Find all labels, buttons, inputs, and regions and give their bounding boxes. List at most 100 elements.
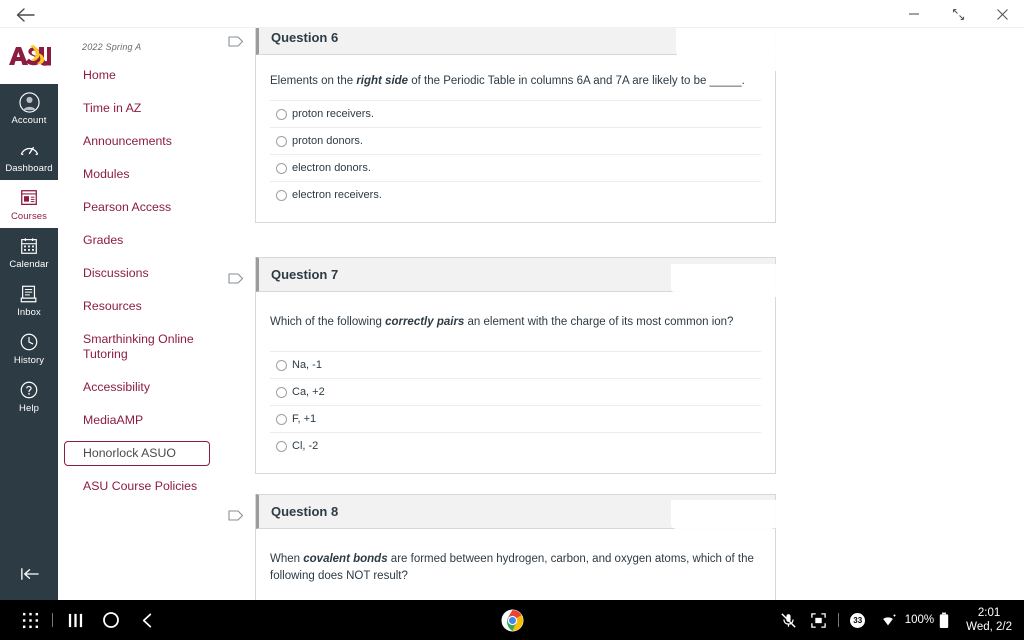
radio-button-icon[interactable]	[276, 440, 287, 452]
radio-button-icon[interactable]	[276, 386, 287, 398]
global-nav-history-label: History	[13, 355, 45, 366]
answer-label: Na, -1	[292, 359, 322, 371]
radio-button-icon[interactable]	[276, 189, 287, 201]
q8-prompt-pre: When	[270, 553, 304, 565]
q6-prompt-post: of the Periodic Table in columns 6A and …	[408, 75, 745, 87]
answer-option[interactable]: Ca, +2	[270, 379, 761, 406]
answer-option[interactable]: proton receivers.	[270, 101, 761, 128]
radio-button-icon[interactable]	[276, 135, 287, 147]
screen-root: Account Dashboard Courses Calendar Inbox…	[0, 0, 1024, 640]
global-nav-account[interactable]: Account	[0, 84, 58, 132]
battery-button[interactable]	[936, 600, 952, 640]
course-nav-asu-course-policies[interactable]: ASU Course Policies	[64, 474, 210, 499]
mic-muted-button[interactable]	[774, 600, 804, 640]
global-nav-calendar[interactable]: Calendar	[0, 228, 58, 276]
course-navigation: 2022 Spring A Home Time in AZ Announceme…	[58, 28, 216, 600]
notification-badge[interactable]: 33	[843, 600, 873, 640]
radio-button-icon[interactable]	[276, 413, 287, 425]
battery-full-icon	[939, 612, 949, 628]
course-nav-mediaamp[interactable]: MediaAMP	[64, 408, 210, 433]
global-nav-calendar-label: Calendar	[9, 259, 49, 270]
wifi-button[interactable]	[873, 600, 903, 640]
course-nav-honorlock-asuo[interactable]: Honorlock ASUO	[64, 441, 210, 466]
course-nav-grades[interactable]: Grades	[64, 228, 210, 253]
dashboard-icon	[18, 139, 40, 161]
global-navigation: Account Dashboard Courses Calendar Inbox…	[0, 28, 58, 600]
course-nav-discussions[interactable]: Discussions	[64, 261, 210, 286]
taskbar-divider	[52, 613, 53, 627]
question-8-prompt: When covalent bonds are formed between h…	[270, 551, 761, 585]
taskbar: 33 100% 2:01 Wed, 2/2	[0, 600, 1024, 640]
back-button[interactable]	[8, 3, 42, 27]
clock-date: Wed, 2/2	[966, 621, 1012, 633]
flag-question-7-icon[interactable]	[228, 271, 244, 286]
course-nav-accessibility[interactable]: Accessibility	[64, 375, 210, 400]
global-nav-courses[interactable]: Courses	[0, 180, 58, 228]
close-button[interactable]	[980, 0, 1024, 28]
course-nav-home[interactable]: Home	[64, 63, 210, 88]
answer-option[interactable]: Na, -1	[270, 352, 761, 379]
calendar-icon	[18, 235, 40, 257]
app-drawer-button[interactable]	[12, 600, 48, 640]
global-nav-inbox[interactable]: Inbox	[0, 276, 58, 324]
course-nav-smarthinking-online-tutoring[interactable]: Smarthinking Online Tutoring	[64, 327, 210, 367]
course-nav-resources[interactable]: Resources	[64, 294, 210, 319]
answer-option[interactable]: proton donors.	[270, 128, 761, 155]
account-icon	[18, 91, 40, 113]
question-7-prompt: Which of the following correctly pairs a…	[270, 314, 761, 331]
answer-label: proton receivers.	[292, 108, 374, 120]
question-card-7: Question 7 Which of the following correc…	[255, 257, 776, 474]
collapse-left-icon	[20, 568, 39, 580]
radio-button-icon[interactable]	[276, 359, 287, 371]
q7-prompt-post: an element with the charge of its most c…	[464, 316, 734, 328]
flag-question-8-icon[interactable]	[228, 508, 244, 523]
restore-down-icon	[952, 8, 964, 20]
clock[interactable]: 2:01 Wed, 2/2	[966, 606, 1012, 634]
radio-button-icon[interactable]	[276, 162, 287, 174]
window-controls	[892, 0, 1024, 28]
minimize-button[interactable]	[892, 0, 936, 28]
collapse-nav-button[interactable]	[0, 558, 58, 590]
recent-apps-button[interactable]	[57, 600, 93, 640]
taskbar-left-buttons	[0, 600, 165, 640]
inbox-icon	[18, 283, 40, 305]
arrow-left-icon	[16, 8, 35, 22]
courses-icon	[18, 187, 40, 209]
quiz-content-area: Question 6 Elements on the right side of…	[216, 28, 1024, 600]
global-nav-help-label: Help	[19, 403, 39, 414]
mic-muted-icon	[781, 612, 796, 628]
global-nav-dashboard[interactable]: Dashboard	[0, 132, 58, 180]
global-nav-help[interactable]: Help	[0, 372, 58, 420]
answer-option[interactable]: electron receivers.	[270, 182, 761, 208]
flag-question-6-icon[interactable]	[228, 34, 244, 49]
global-nav-history[interactable]: History	[0, 324, 58, 372]
notification-count: 33	[850, 612, 866, 628]
question-7-body: Which of the following correctly pairs a…	[256, 292, 775, 473]
taskbar-divider	[837, 613, 839, 627]
course-nav-modules[interactable]: Modules	[64, 162, 210, 187]
course-nav-time-in-az[interactable]: Time in AZ	[64, 96, 210, 121]
course-nav-pearson-access[interactable]: Pearson Access	[64, 195, 210, 220]
question-7-answers: Na, -1 Ca, +2 F, +1 Cl, -2	[270, 351, 761, 459]
home-button[interactable]	[93, 600, 129, 640]
question-8-body: When covalent bonds are formed between h…	[256, 529, 775, 600]
restore-button[interactable]	[936, 0, 980, 28]
question-7-title: Question 7	[256, 257, 775, 292]
taskbar-status-area: 33 100% 2:01 Wed, 2/2	[774, 600, 1016, 640]
wifi-icon	[882, 614, 896, 626]
clock-time: 2:01	[977, 607, 1001, 619]
screen-capture-button[interactable]	[804, 600, 834, 640]
chrome-taskbar-button[interactable]	[493, 600, 531, 640]
answer-label: F, +1	[292, 413, 317, 425]
back-nav-button[interactable]	[129, 600, 165, 640]
asu-logo[interactable]	[0, 28, 58, 84]
answer-option[interactable]: F, +1	[270, 406, 761, 433]
close-icon	[996, 8, 1008, 20]
answer-option[interactable]: Cl, -2	[270, 433, 761, 459]
radio-button-icon[interactable]	[276, 108, 287, 120]
battery-percent: 100%	[904, 614, 935, 626]
course-nav-announcements[interactable]: Announcements	[64, 129, 210, 154]
global-nav-inbox-label: Inbox	[17, 307, 41, 318]
question-6-body: Elements on the right side of the Period…	[256, 55, 775, 222]
answer-option[interactable]: electron donors.	[270, 155, 761, 182]
